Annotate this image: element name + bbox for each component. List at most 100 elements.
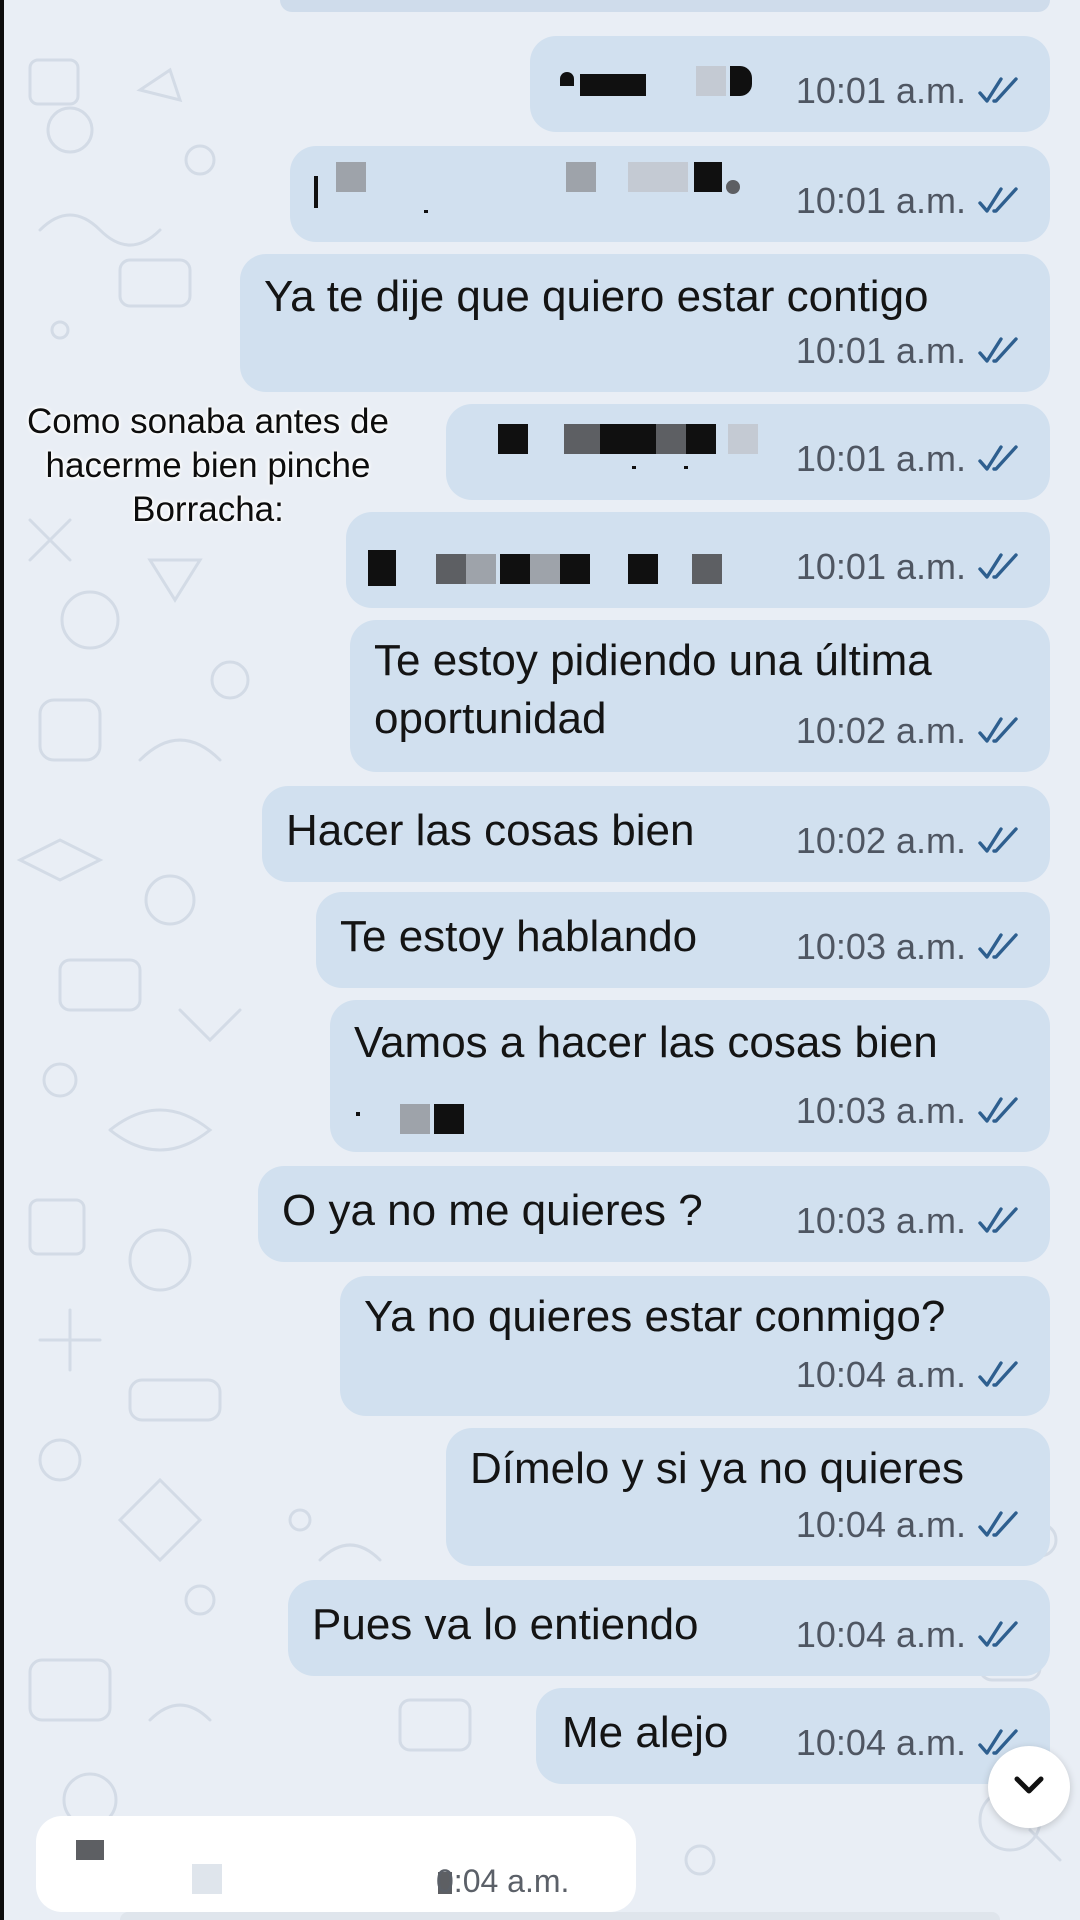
composer-edge	[120, 1912, 1000, 1920]
message-text: Ya no quieres estar conmigo?	[364, 1292, 946, 1341]
redacted-text	[694, 162, 722, 192]
timestamp: 10:03 a.m.	[795, 926, 966, 967]
redacted-text	[466, 554, 496, 584]
timestamp: 10:01 a.m.	[795, 438, 966, 479]
redacted-text	[692, 554, 722, 584]
redacted-text	[356, 1112, 360, 1116]
message-meta: 10:03 a.m.	[796, 926, 1022, 968]
message-bubble[interactable]: 10:01 a.m.	[290, 146, 1050, 242]
message-text: Hacer las cosas bien	[286, 806, 695, 855]
redacted-text	[192, 1864, 222, 1894]
timestamp: 10:04 a.m.	[795, 1504, 966, 1545]
message-meta: 10:03 a.m.	[796, 1200, 1022, 1242]
message-bubble[interactable]: Ya te dije que quiero estar contigo 10:0…	[240, 254, 1050, 392]
double-check-icon	[978, 827, 1022, 855]
timestamp: 10:02 a.m.	[795, 710, 966, 751]
message-bubble[interactable]: Ya no quieres estar conmigo? 10:04 a.m.	[340, 1276, 1050, 1416]
double-check-icon	[978, 933, 1022, 961]
scroll-to-bottom-button[interactable]	[988, 1746, 1070, 1828]
timestamp: 10:03 a.m.	[795, 1090, 966, 1131]
timestamp: 10:04 a.m.	[795, 1614, 966, 1655]
double-check-icon	[978, 1361, 1022, 1389]
message-meta: 10:01 a.m.	[796, 330, 1022, 372]
redacted-text	[566, 162, 596, 192]
message-bubble[interactable]: Dímelo y si ya no quieres 10:04 a.m.	[446, 1428, 1050, 1566]
redacted-text	[500, 554, 530, 584]
message-meta: 10:01 a.m.	[796, 438, 1022, 480]
double-check-icon	[978, 77, 1022, 105]
message-bubble[interactable]: Me alejo 10:04 a.m.	[536, 1688, 1050, 1784]
redacted-text	[684, 466, 688, 469]
redacted-text	[564, 424, 600, 454]
double-check-icon	[978, 717, 1022, 745]
redacted-text	[434, 1104, 464, 1134]
double-check-icon	[978, 445, 1022, 473]
message-text: Ya te dije que quiero estar contigo	[264, 272, 929, 321]
redacted-text	[314, 176, 318, 208]
message-bubble[interactable]: Te estoy pidiendo una última oportunidad…	[350, 620, 1050, 772]
caption-line-3: Borracha:	[132, 490, 284, 529]
message-bubble[interactable]: 10:01 a.m.	[446, 404, 1050, 500]
message-text-line-2: oportunidad	[374, 694, 607, 743]
redacted-text	[632, 466, 636, 469]
message-bubble[interactable]: Te estoy hablando 10:03 a.m.	[316, 892, 1050, 988]
redacted-text	[726, 180, 740, 194]
message-bubble[interactable]: Hacer las cosas bien 10:02 a.m.	[262, 786, 1050, 882]
redacted-text	[530, 554, 560, 584]
meme-caption: Como sonaba antes de hacerme bien pinche…	[6, 400, 410, 532]
message-text: Te estoy hablando	[340, 912, 698, 961]
redacted-text	[580, 74, 646, 96]
double-check-icon	[978, 1097, 1022, 1125]
message-text: O ya no me quieres ?	[282, 1186, 703, 1235]
double-check-icon	[978, 1511, 1022, 1539]
message-meta: 10:04 a.m.	[796, 1504, 1022, 1546]
message-meta: 10:04 a.m.	[796, 1722, 1022, 1764]
timestamp: 10:04 a.m.	[795, 1722, 966, 1763]
timestamp: 10:01 a.m.	[795, 330, 966, 371]
redacted-text	[730, 66, 752, 96]
timestamp: 10:04 a.m.	[795, 1354, 966, 1395]
timestamp: 10:01 a.m.	[795, 180, 966, 221]
redacted-text	[656, 424, 686, 454]
redacted-text	[696, 66, 726, 96]
timestamp: 10:02 a.m.	[795, 820, 966, 861]
message-meta: 10:01 a.m.	[796, 180, 1022, 222]
redacted-text	[600, 424, 656, 454]
timestamp: 0:04 a.m.	[436, 1863, 570, 1899]
redacted-text	[560, 72, 574, 86]
message-bubble[interactable]: 10:01 a.m.	[530, 36, 1050, 132]
screen-edge	[0, 0, 4, 1920]
message-text: Me alejo	[562, 1708, 729, 1757]
message-text: Dímelo y si ya no quieres	[470, 1444, 964, 1493]
message-bubble[interactable]: O ya no me quieres ? 10:03 a.m.	[258, 1166, 1050, 1262]
chevron-down-icon	[1011, 1773, 1047, 1802]
redacted-text	[336, 162, 366, 192]
message-text-line-1: Te estoy pidiendo una última	[374, 636, 932, 685]
double-check-icon	[978, 1207, 1022, 1235]
redacted-text	[628, 554, 658, 584]
double-check-icon	[978, 187, 1022, 215]
double-check-icon	[978, 337, 1022, 365]
redacted-text	[628, 162, 688, 192]
previous-bubble-edge	[280, 0, 1050, 12]
timestamp: 10:01 a.m.	[795, 546, 966, 587]
message-meta: 10:02 a.m.	[796, 820, 1022, 862]
redacted-text	[400, 1104, 430, 1134]
incoming-message-bubble[interactable]: 0:04 a.m.	[36, 1816, 636, 1912]
message-meta: 10:04 a.m.	[796, 1614, 1022, 1656]
timestamp: 10:01 a.m.	[795, 70, 966, 111]
message-text: Vamos a hacer las cosas bien	[354, 1018, 938, 1067]
message-bubble[interactable]: 10:01 a.m.	[346, 512, 1050, 608]
message-meta: 10:03 a.m.	[796, 1090, 1022, 1132]
message-bubble[interactable]: Pues va lo entiendo 10:04 a.m.	[288, 1580, 1050, 1676]
timestamp: 10:03 a.m.	[795, 1200, 966, 1241]
redacted-text	[436, 554, 466, 584]
redacted-text	[76, 1840, 104, 1860]
message-meta: 10:01 a.m.	[796, 70, 1022, 112]
message-meta: 10:01 a.m.	[796, 546, 1022, 588]
message-meta: 10:02 a.m.	[796, 710, 1022, 752]
double-check-icon	[978, 1621, 1022, 1649]
message-meta: 0:04 a.m.	[436, 1863, 569, 1900]
message-bubble[interactable]: Vamos a hacer las cosas bien 10:03 a.m.	[330, 1000, 1050, 1152]
caption-line-1: Como sonaba antes de	[27, 402, 389, 441]
